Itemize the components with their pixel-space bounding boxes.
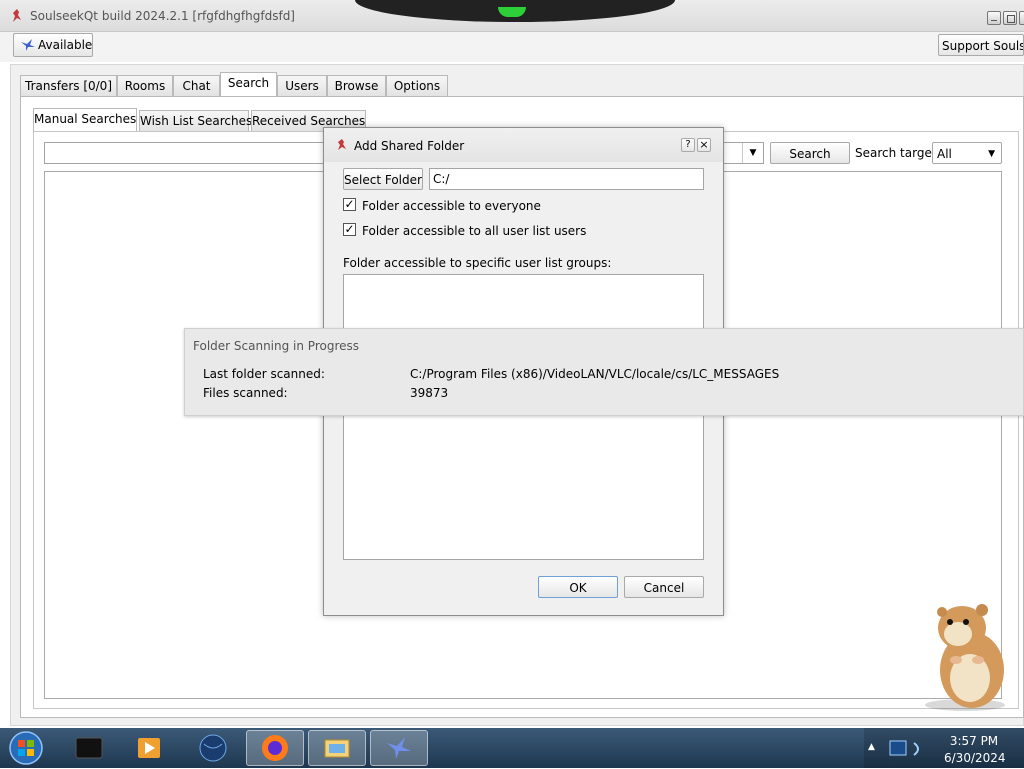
userlist-checkbox-label: Folder accessible to all user list users [362,224,587,238]
minimize-button[interactable] [987,11,1001,25]
clock-date[interactable]: 6/30/2024 [944,751,1006,765]
subtab-manual-searches[interactable]: Manual Searches [33,108,137,132]
hamster-mascot [925,604,1005,711]
taskbar-terminal[interactable] [60,730,118,766]
taskbar-firefox[interactable] [246,730,304,766]
taskbar-media-player[interactable] [120,730,178,766]
status-button[interactable]: Available [13,33,93,57]
start-orb-icon [9,731,43,765]
user-groups-list[interactable] [343,274,704,560]
tray-expand-icon[interactable]: ▲ [868,742,875,752]
search-button[interactable]: Search [770,142,850,164]
support-soulseek-button[interactable]: Support Soulseek [938,34,1024,56]
bird-status-icon [21,39,35,51]
soulseek-bird-icon [338,139,346,150]
tab-browse[interactable]: Browse [327,75,386,97]
tab-rooms[interactable]: Rooms [117,75,173,97]
folder-path-field[interactable]: C:/ [429,168,704,190]
tab-search[interactable]: Search [220,72,277,97]
search-target-value: All [937,147,952,161]
folder-scanning-panel: Folder Scanning in Progress Last folder … [184,328,1024,416]
soulseek-taskbar-icon [387,737,411,759]
everyone-checkbox[interactable]: ✓ [343,198,356,211]
dialog-title: Add Shared Folder [354,139,465,153]
tab-users[interactable]: Users [277,75,327,97]
files-scanned-label: Files scanned: [203,386,288,400]
userlist-checkbox[interactable]: ✓ [343,223,356,236]
taskbar-globe[interactable] [184,730,242,766]
chevron-down-icon: ▼ [988,149,995,159]
everyone-checkbox-label: Folder accessible to everyone [362,199,541,213]
select-folder-button[interactable]: Select Folder [343,168,423,190]
file-explorer-icon [324,739,350,758]
status-label: Available [38,38,93,52]
ok-button[interactable]: OK [538,576,618,598]
close-window-button[interactable] [1019,11,1024,25]
soulseek-bird-icon [13,9,21,22]
network-icon[interactable] [888,737,934,761]
taskbar-file-explorer[interactable] [308,730,366,766]
terminal-icon [75,737,103,759]
checkmark-icon: ✓ [344,197,355,211]
search-history-dropdown[interactable]: ▼ [742,143,763,163]
search-target-label: Search target: [855,146,941,160]
subtab-wish-list[interactable]: Wish List Searches [139,110,252,132]
cancel-button[interactable]: Cancel [624,576,704,598]
media-player-icon [138,738,160,758]
tab-options[interactable]: Options [386,75,448,97]
taskbar-soulseek[interactable] [370,730,428,766]
search-target-select[interactable]: All ▼ [932,142,1002,164]
last-folder-label: Last folder scanned: [203,367,325,381]
checkmark-icon: ✓ [344,222,355,236]
last-folder-value: C:/Program Files (x86)/VideoLAN/VLC/loca… [410,367,780,381]
tab-chat[interactable]: Chat [173,75,220,97]
clock-time[interactable]: 3:57 PM [944,734,1004,748]
toolbar [0,32,1024,62]
globe-icon [199,734,227,762]
window-title: SoulseekQt build 2024.2.1 [rfgfdhgfhgfds… [30,9,295,23]
help-button[interactable]: ? [681,138,695,152]
files-scanned-value: 39873 [410,386,449,400]
scan-title: Folder Scanning in Progress [193,339,360,353]
tab-transfers[interactable]: Transfers [0/0] [20,75,117,97]
firefox-icon [262,735,288,761]
groups-label: Folder accessible to specific user list … [343,256,612,270]
dialog-close-button[interactable]: × [697,138,711,152]
maximize-button[interactable] [1003,11,1017,25]
start-button[interactable] [6,730,46,766]
